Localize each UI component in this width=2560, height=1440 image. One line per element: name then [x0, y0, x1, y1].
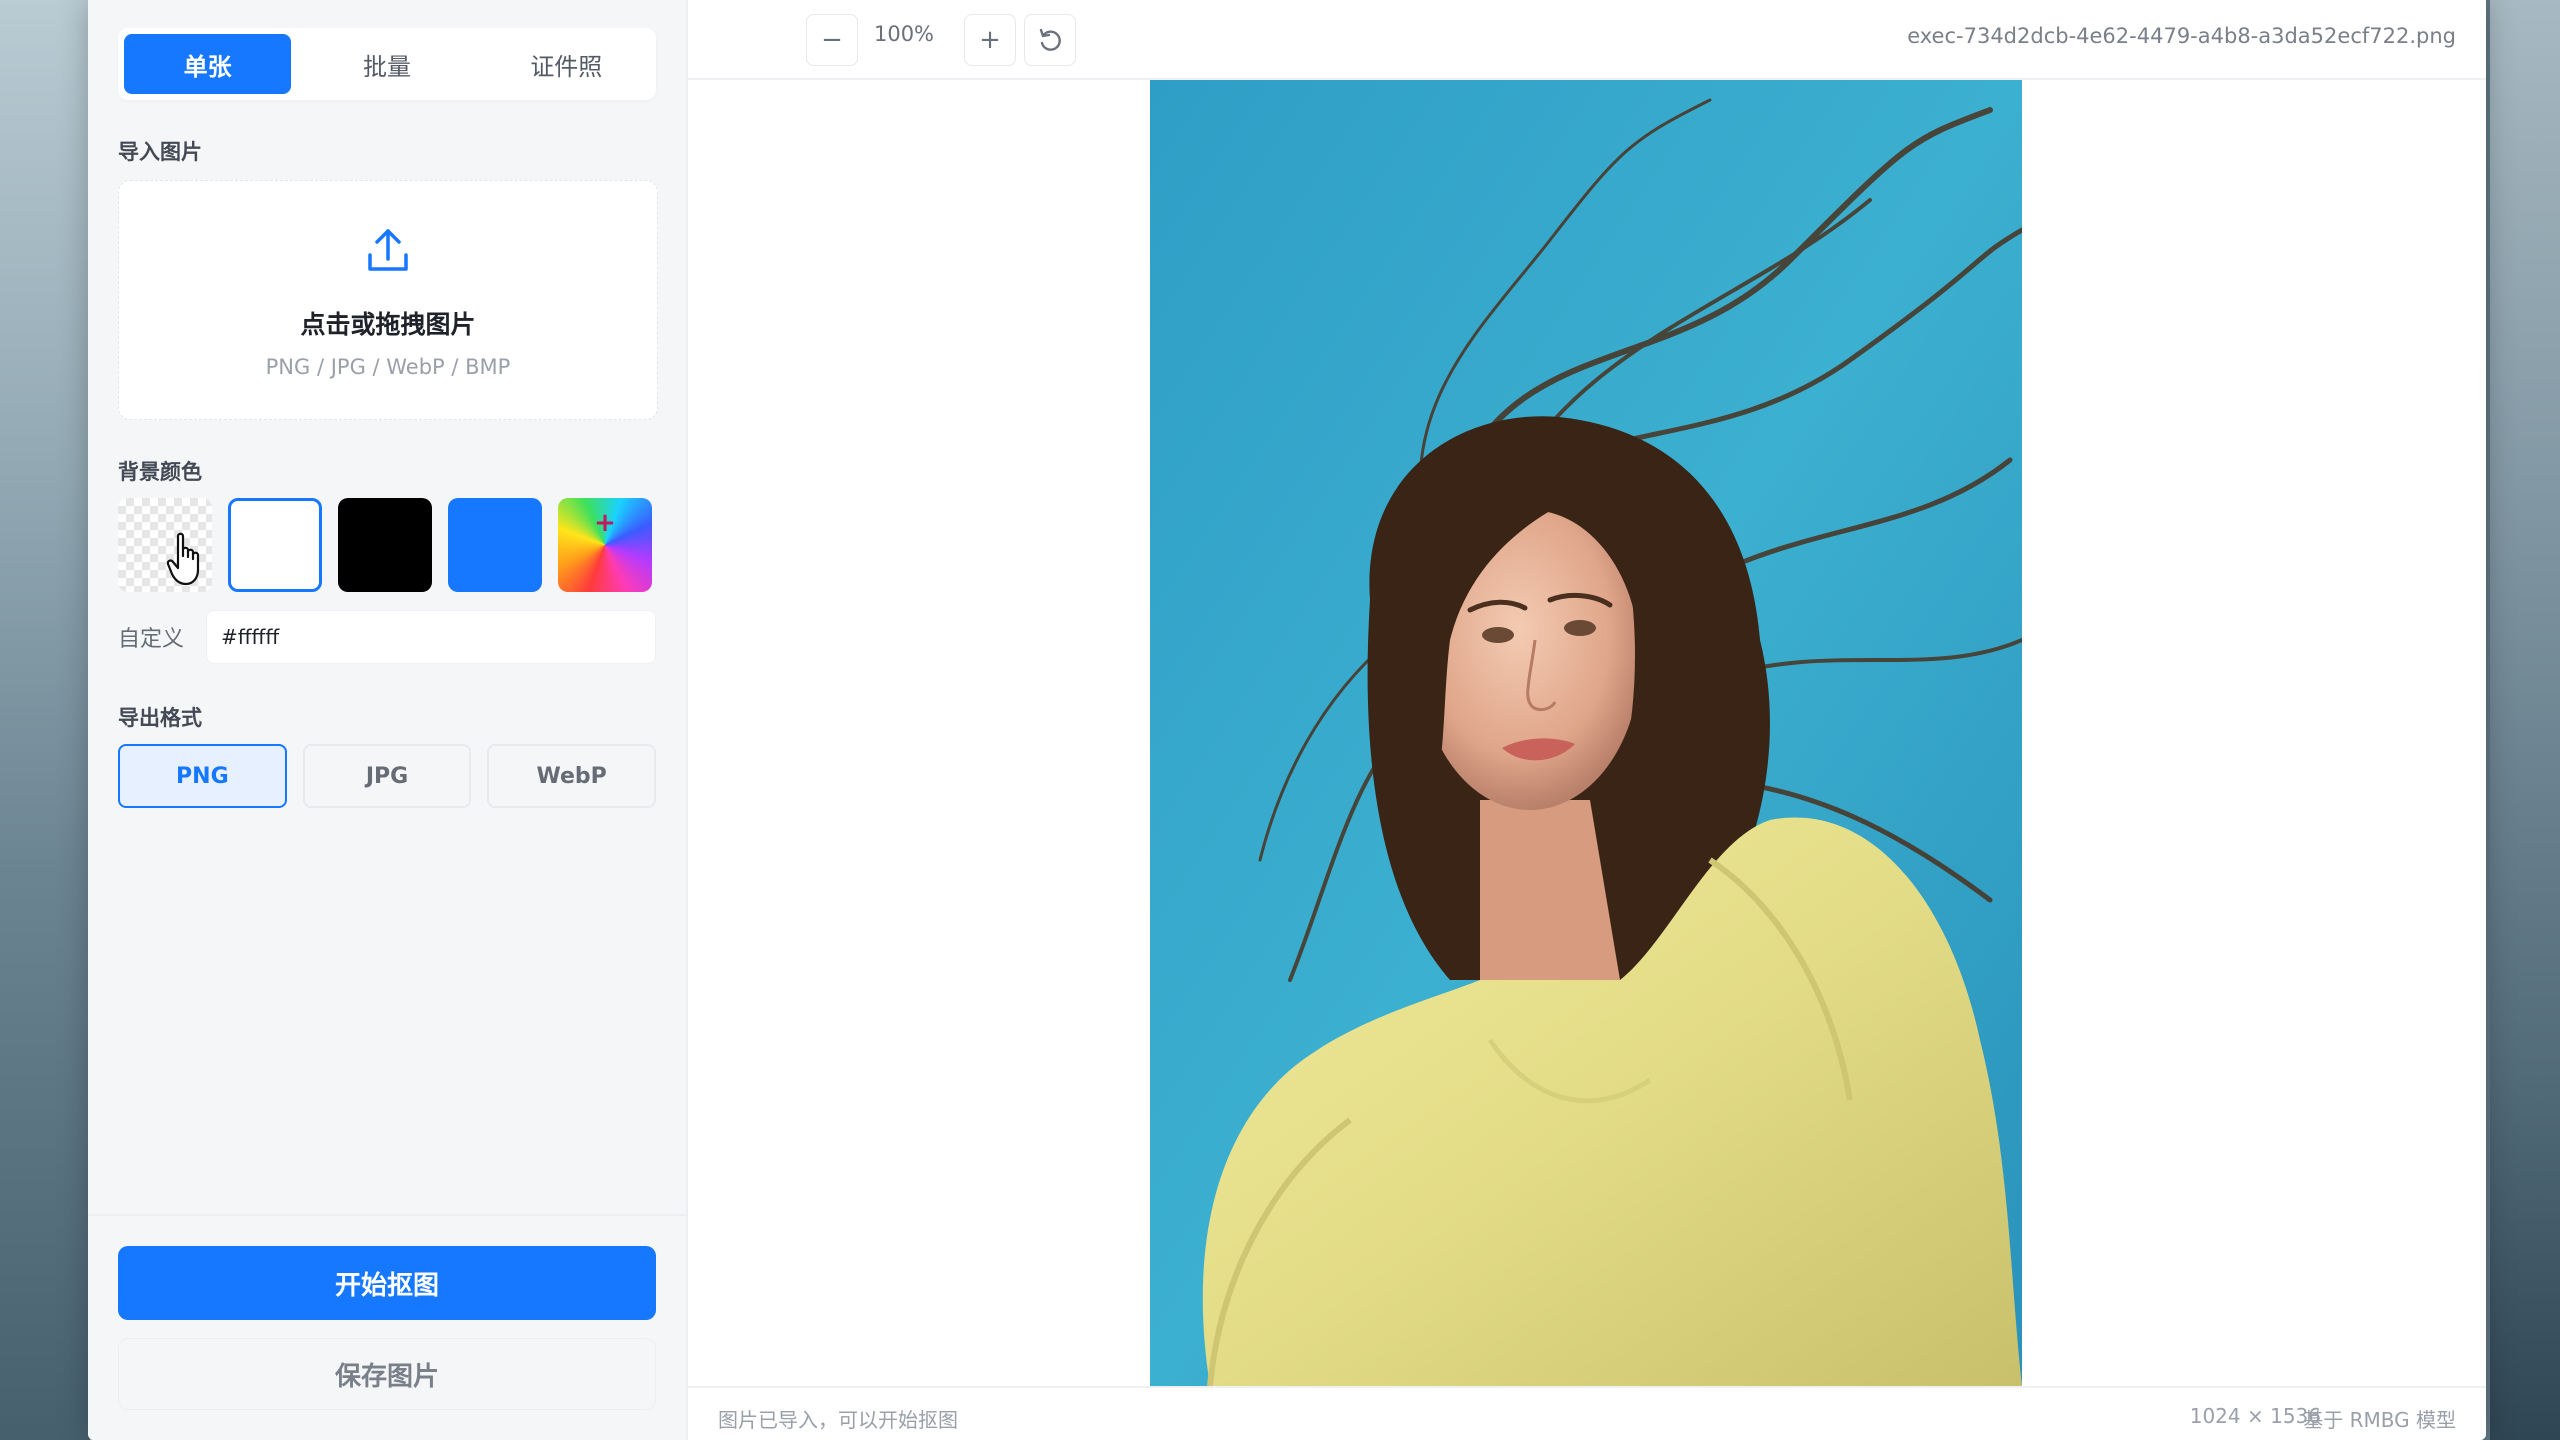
upload-icon [368, 229, 408, 271]
status-bar: 图片已导入，可以开始抠图 1024 × 1536 基于 RMBG 模型 [688, 1386, 2486, 1440]
portrait-photo [1150, 80, 2022, 1386]
sidebar: 单张 批量 证件照 导入图片 点击或拖拽图片 PNG / JPG / WebP … [88, 0, 688, 1440]
status-message: 图片已导入，可以开始抠图 [718, 1408, 958, 1432]
rotate-ccw-icon [1039, 28, 1061, 51]
custom-color-input[interactable] [206, 610, 656, 664]
mode-tabs: 单张 批量 证件照 [118, 28, 656, 100]
desktop-wallpaper-left [0, 0, 90, 1440]
image-dimensions: 1024 × 1536 [2189, 1404, 2321, 1428]
zoom-in-button[interactable]: + [964, 14, 1016, 66]
tab-batch[interactable]: 批量 [303, 34, 470, 94]
upload-title: 点击或拖拽图片 [300, 310, 476, 339]
preview-area: − 100% + exec-734d2dcb-4e62-4479-a4b8-a3… [688, 0, 2486, 1440]
image-canvas[interactable] [688, 80, 2486, 1386]
format-png-button[interactable]: PNG [118, 744, 287, 808]
preview-toolbar: − 100% + exec-734d2dcb-4e62-4479-a4b8-a3… [688, 0, 2486, 80]
export-format-options: PNG JPG WebP [118, 744, 657, 808]
custom-color-label: 自定义 [118, 627, 185, 652]
background-swatches: + [118, 498, 662, 592]
export-section-label: 导出格式 [118, 706, 202, 730]
format-jpg-button[interactable]: JPG [302, 744, 472, 808]
save-image-button[interactable]: 保存图片 [118, 1338, 656, 1410]
format-webp-button[interactable]: WebP [487, 744, 657, 808]
swatch-blue[interactable] [448, 498, 542, 592]
swatch-black[interactable] [338, 498, 432, 592]
plus-icon: + [979, 25, 1001, 55]
desktop-wallpaper-right [2490, 0, 2560, 1440]
model-info: 基于 RMBG 模型 [2303, 1408, 2456, 1432]
sidebar-divider [88, 1214, 686, 1216]
swatch-white[interactable] [228, 498, 322, 592]
import-section-label: 导入图片 [118, 140, 202, 164]
reset-view-button[interactable] [1024, 14, 1076, 66]
swatch-custom-color[interactable]: + [558, 498, 652, 592]
app-window: 单张 批量 证件照 导入图片 点击或拖拽图片 PNG / JPG / WebP … [88, 0, 2486, 1440]
start-matting-button[interactable]: 开始抠图 [118, 1246, 656, 1320]
preview-image [1150, 80, 2022, 1386]
plus-icon: + [594, 508, 616, 538]
zoom-out-button[interactable]: − [806, 14, 858, 66]
upload-formats-hint: PNG / JPG / WebP / BMP [265, 355, 511, 379]
custom-color-row: 自定义 [118, 610, 656, 664]
upload-dropzone[interactable]: 点击或拖拽图片 PNG / JPG / WebP / BMP [118, 180, 658, 420]
tab-single[interactable]: 单张 [124, 34, 292, 94]
zoom-level: 100% [873, 22, 935, 46]
minus-icon: − [821, 25, 843, 55]
file-name: exec-734d2dcb-4e62-4479-a4b8-a3da52ecf72… [1907, 24, 2456, 48]
background-section-label: 背景颜色 [118, 460, 202, 484]
hand-cursor-icon [166, 532, 200, 586]
tab-id-photo[interactable]: 证件照 [483, 34, 650, 94]
swatch-transparent[interactable] [118, 498, 212, 592]
